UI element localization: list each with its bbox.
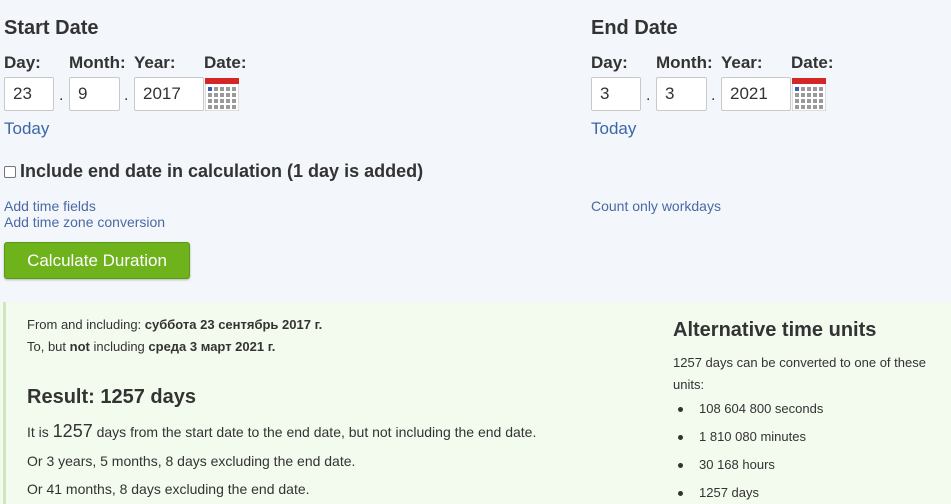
start-year-label: Year: [134,53,176,72]
to-date: среда 3 март 2021 г. [148,339,276,354]
from-line: From and including: суббота 23 сентябрь … [27,317,322,332]
count-workdays-link[interactable]: Count only workdays [591,198,721,214]
start-month-label: Month: [69,53,126,72]
end-month-label: Month: [656,53,713,72]
calendar-icon[interactable] [205,78,239,111]
add-time-zone-link[interactable]: Add time zone conversion [4,214,165,230]
result-title: Result: 1257 days [27,386,196,408]
to-line: To, but not including среда 3 март 2021 … [27,339,275,354]
days-number: 1257 [52,421,93,441]
from-date: суббота 23 сентябрь 2017 г. [144,317,323,332]
alt-unit-item: 30 168 hours [699,457,775,472]
from-prefix: From and including: [27,317,145,332]
start-today-link[interactable]: Today [4,119,49,139]
to-mid: including [89,339,149,354]
include-end-date-row: Include end date in calculation (1 day i… [4,161,423,182]
start-date-label: Date: [204,53,247,72]
date-form-panel: Start Date Day: Month: Year: Date: 23 . … [0,0,951,302]
include-end-date-label[interactable]: Include end date in calculation (1 day i… [20,161,423,182]
alt-units-title: Alternative time units [673,319,877,341]
end-year-label: Year: [721,53,763,72]
start-day-input[interactable]: 23 [4,77,54,111]
alt-unit-item: 108 604 800 seconds [699,401,824,416]
end-month-input[interactable]: 3 [656,77,707,111]
include-end-date-checkbox[interactable] [4,165,16,178]
result-divider [3,302,6,504]
separator: . [646,87,651,104]
start-date-heading: Start Date [4,17,99,39]
months-sentence: Or 41 months, 8 days excluding the end d… [27,481,310,497]
days-suffix: days from the start date to the end date… [92,424,537,440]
to-prefix: To, but [27,339,70,354]
calculate-duration-button[interactable]: Calculate Duration [4,242,190,279]
result-panel: From and including: суббота 23 сентябрь … [0,302,951,504]
add-time-fields-link[interactable]: Add time fields [4,198,96,214]
end-date-heading: End Date [591,17,678,39]
bullet-icon [678,435,683,440]
days-sentence: It is 1257 days from the start date to t… [27,421,536,442]
alt-units-description: 1257 days can be converted to one of the… [673,355,926,392]
bullet-icon [678,463,683,468]
bullet-icon [678,491,683,496]
bullet-icon [678,407,683,412]
end-day-label: Day: [591,53,628,72]
alt-unit-item: 1 810 080 minutes [699,429,806,444]
end-date-label: Date: [791,53,834,72]
start-year-input[interactable]: 2017 [134,77,204,111]
separator: . [59,87,64,104]
calendar-icon[interactable] [792,78,826,111]
start-month-input[interactable]: 9 [69,77,120,111]
alt-unit-item: 1257 days [699,485,759,500]
days-prefix: It is [27,424,53,440]
separator: . [711,87,716,104]
end-day-input[interactable]: 3 [591,77,641,111]
years-sentence: Or 3 years, 5 months, 8 days excluding t… [27,453,356,469]
start-day-label: Day: [4,53,41,72]
to-not: not [69,339,90,354]
end-today-link[interactable]: Today [591,119,636,139]
end-year-input[interactable]: 2021 [721,77,791,111]
separator: . [124,87,129,104]
